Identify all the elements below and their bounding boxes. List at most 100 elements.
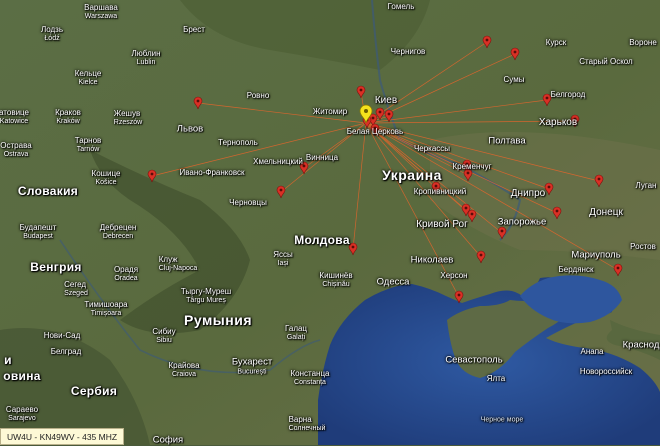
place-name-local: Craiova bbox=[171, 371, 197, 378]
place-label: Харьков bbox=[539, 118, 577, 128]
place-name: овина bbox=[3, 369, 41, 383]
place-name: Белград bbox=[50, 347, 82, 356]
place-name-local: Košice bbox=[95, 179, 117, 186]
place-name: Севастополь bbox=[445, 354, 503, 366]
place-name: Бердянск bbox=[558, 265, 594, 274]
place-label: Ровно bbox=[247, 92, 270, 100]
place-name: Сегед bbox=[64, 280, 87, 289]
place-label: овина bbox=[3, 370, 41, 382]
place-name: Ростов bbox=[630, 242, 656, 251]
place-name: Люблин bbox=[131, 49, 161, 58]
place-name: Львов bbox=[176, 123, 204, 135]
place-name: Кропивницкий bbox=[413, 187, 467, 196]
place-label: Черкассы bbox=[414, 145, 450, 153]
place-label: Житомир bbox=[313, 108, 347, 116]
place-label: Ялта bbox=[487, 375, 505, 383]
place-name-local: Lublin bbox=[136, 59, 156, 66]
place-label: Чернигов bbox=[391, 48, 426, 56]
place-label: Будапешт Budapest bbox=[20, 224, 57, 241]
place-name: Лодзь bbox=[40, 25, 64, 34]
place-name-local: Constanța bbox=[294, 379, 326, 386]
place-name: Жешув bbox=[113, 109, 141, 118]
place-name: Варна bbox=[288, 415, 312, 424]
place-label: Жешув Rzeszów bbox=[113, 109, 142, 127]
place-name: Черкассы bbox=[413, 144, 451, 153]
place-name: Новороссийск bbox=[579, 367, 633, 376]
place-name: Украина bbox=[382, 167, 442, 183]
place-name: Николаев bbox=[410, 254, 454, 266]
place-name-local: Timișoara bbox=[90, 310, 122, 317]
place-name: Словакия bbox=[17, 184, 79, 198]
place-name: атовице bbox=[0, 108, 29, 117]
place-name-local: Sarajevo bbox=[8, 415, 36, 422]
place-label: Кропивницкий bbox=[414, 188, 467, 196]
place-name-local: Kraków bbox=[56, 118, 80, 125]
place-name: Анапа bbox=[580, 347, 604, 356]
place-name-local: Katowice bbox=[0, 118, 29, 125]
place-label: Брест bbox=[183, 26, 205, 34]
place-label: Черновцы bbox=[229, 199, 267, 207]
place-label: Острава Ostrava bbox=[0, 141, 32, 159]
place-label: Сараево Sarajevo bbox=[6, 406, 38, 423]
place-label: Ивано-Франковск bbox=[180, 169, 245, 177]
place-label: Старый Оскол bbox=[579, 58, 632, 66]
place-name: и bbox=[4, 353, 12, 367]
place-label: Сегед Szeged bbox=[64, 280, 88, 298]
place-name-local: Iași bbox=[277, 260, 289, 267]
place-label: Кельце Kielce bbox=[74, 69, 102, 87]
place-name: Кельце bbox=[74, 69, 102, 78]
place-label: Луган bbox=[636, 182, 657, 190]
place-name: Яссы bbox=[273, 250, 293, 259]
place-name: Гомель bbox=[387, 2, 415, 11]
place-name: Кременчуг bbox=[452, 162, 492, 171]
place-name: Ялта bbox=[486, 374, 506, 383]
place-name-local: Budapest bbox=[23, 233, 53, 240]
place-name-local: Galați bbox=[286, 334, 306, 341]
place-name: Острава bbox=[0, 141, 32, 150]
place-label: Донецк bbox=[589, 208, 623, 218]
place-label: Ростов bbox=[630, 243, 656, 251]
place-name: Сербия bbox=[70, 384, 118, 398]
place-label: Тарнов Tarnów bbox=[75, 137, 102, 154]
place-name: Кривой Рог bbox=[416, 219, 468, 230]
place-label: Варна Солнечный bbox=[288, 415, 326, 433]
place-label: Белград bbox=[51, 348, 82, 356]
place-label: Белая Церковь bbox=[347, 128, 403, 136]
place-label: Сибиу Sibiu bbox=[152, 328, 175, 345]
place-name-local: București bbox=[237, 367, 267, 375]
place-name: Луган bbox=[635, 181, 657, 190]
place-name-local: Kielce bbox=[78, 79, 98, 86]
map-caption: UW4U - KN49WV - 435 MHZ bbox=[0, 428, 125, 445]
place-name: Тернополь bbox=[218, 138, 258, 147]
place-label: Кишинёв Chișinău bbox=[319, 272, 352, 289]
place-label: Бердянск bbox=[559, 266, 594, 274]
place-name: Венгрия bbox=[30, 260, 82, 274]
place-name: Кошице bbox=[91, 169, 121, 178]
place-name: Нови-Сад bbox=[43, 331, 81, 340]
place-name: Брест bbox=[183, 25, 205, 34]
place-name: Донецк bbox=[589, 207, 623, 218]
place-label: атовице Katowice bbox=[0, 108, 29, 126]
place-name-local: Oradea bbox=[114, 275, 138, 282]
place-label: Новороссийск bbox=[580, 368, 632, 376]
place-name-local: Szeged bbox=[64, 290, 88, 297]
place-label: Лодзь Łódź bbox=[40, 25, 64, 43]
place-label: Тернополь bbox=[218, 139, 258, 147]
place-name: Краков bbox=[55, 108, 81, 117]
place-label: Киев bbox=[375, 96, 397, 106]
place-name: Клуж bbox=[158, 255, 178, 264]
place-name-local: Cluj-Napoca bbox=[158, 265, 198, 272]
place-name-local: Sibiu bbox=[156, 337, 172, 344]
place-label: Люблин Lublin bbox=[131, 49, 161, 67]
place-name: Орадя bbox=[113, 265, 139, 274]
place-name: Ивано-Франковск bbox=[179, 168, 245, 177]
place-label: Хмельницкий bbox=[253, 158, 303, 166]
place-name: Румыния bbox=[184, 312, 252, 328]
place-label: Мариуполь bbox=[571, 250, 620, 260]
place-name: Галац bbox=[284, 324, 308, 333]
place-name: Крайова bbox=[168, 361, 200, 370]
place-name: Вороне bbox=[629, 38, 657, 47]
place-name: Варшава bbox=[84, 3, 118, 12]
place-name: Днипро bbox=[510, 188, 546, 199]
place-name-local: Tarnów bbox=[76, 146, 100, 153]
